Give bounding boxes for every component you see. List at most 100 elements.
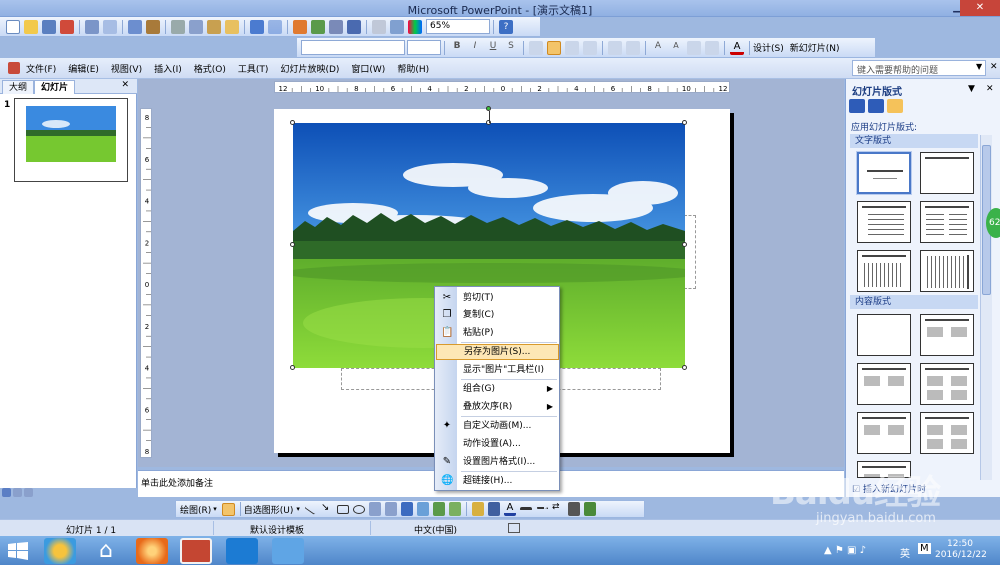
insert-picture-icon[interactable] xyxy=(448,502,461,516)
layout-option[interactable] xyxy=(857,412,911,454)
layout-option[interactable] xyxy=(857,461,911,478)
layout-option[interactable] xyxy=(857,314,911,356)
copy-icon[interactable] xyxy=(189,19,203,34)
line-icon[interactable] xyxy=(304,503,318,515)
context-menu-item[interactable]: 另存为图片(S)... xyxy=(436,344,559,360)
slide-thumbnail[interactable] xyxy=(14,98,128,182)
menu-tools[interactable]: 工具(T) xyxy=(238,62,269,75)
resize-handle[interactable] xyxy=(290,120,295,125)
arrow-icon[interactable]: ↘ xyxy=(321,502,333,516)
insert-table-icon[interactable] xyxy=(311,19,325,34)
forward-icon[interactable] xyxy=(868,99,884,113)
context-menu-item[interactable]: 动作设置(A)... xyxy=(436,436,559,452)
font-size-select[interactable] xyxy=(407,40,441,55)
zoom-select[interactable]: 65% xyxy=(426,19,490,34)
oval-icon[interactable] xyxy=(352,504,365,514)
task-pane-close-icon[interactable]: ✕ xyxy=(986,84,994,94)
clipart-icon[interactable] xyxy=(432,502,445,516)
context-menu-item[interactable]: 🌐 超链接(H)... xyxy=(436,473,559,489)
resize-handle[interactable] xyxy=(290,242,295,247)
show-on-insert-checkbox[interactable]: ☑ 插入新幻灯片时 xyxy=(852,482,926,495)
layout-option[interactable] xyxy=(857,363,911,405)
bold-icon[interactable]: B xyxy=(450,41,464,55)
layout-option[interactable] xyxy=(920,363,974,405)
3d-style-icon[interactable] xyxy=(583,502,596,516)
paste-icon[interactable] xyxy=(207,19,221,34)
menu-slideshow[interactable]: 幻灯片放映(D) xyxy=(280,62,339,75)
tables-borders-icon[interactable] xyxy=(329,19,343,34)
underline-icon[interactable]: U xyxy=(486,41,500,55)
research-icon[interactable] xyxy=(146,19,160,34)
shadow-icon[interactable]: S xyxy=(504,41,518,55)
menu-help[interactable]: 帮助(H) xyxy=(397,62,429,75)
numbering-icon[interactable] xyxy=(608,40,622,55)
hyperlink-icon[interactable] xyxy=(347,19,361,34)
dash-style-icon[interactable] xyxy=(535,507,548,511)
context-menu-item[interactable]: ❐ 复制(C) xyxy=(436,307,559,323)
context-menu-item[interactable]: 📋 粘贴(P) xyxy=(436,325,559,341)
undo-icon[interactable] xyxy=(250,19,264,34)
help-dropdown-icon[interactable]: ▼ xyxy=(976,62,982,71)
new-icon[interactable] xyxy=(6,19,20,34)
fill-color-icon[interactable] xyxy=(471,502,484,516)
permission-icon[interactable] xyxy=(60,19,74,34)
decrease-indent-icon[interactable] xyxy=(687,40,701,55)
context-menu-item[interactable]: 组合(G) ▶ xyxy=(436,381,559,397)
text-color-icon[interactable]: A xyxy=(503,502,516,516)
resize-handle[interactable] xyxy=(682,242,687,247)
redo-icon[interactable] xyxy=(268,19,282,34)
grid-icon[interactable] xyxy=(390,19,404,34)
new-slide-button[interactable]: 新幻灯片(N) xyxy=(790,41,840,54)
align-center-icon[interactable] xyxy=(547,40,561,55)
menu-insert[interactable]: 插入(I) xyxy=(154,62,182,75)
justify-icon[interactable] xyxy=(583,40,597,55)
expand-all-icon[interactable] xyxy=(372,19,386,34)
spelling-icon[interactable] xyxy=(128,19,142,34)
print-preview-icon[interactable] xyxy=(103,19,117,34)
italic-icon[interactable]: I xyxy=(468,41,482,55)
layout-option[interactable] xyxy=(920,412,974,454)
layout-option[interactable] xyxy=(920,201,974,243)
help-icon[interactable]: ? xyxy=(499,19,513,34)
layout-option[interactable] xyxy=(856,151,912,195)
close-document-icon[interactable]: ✕ xyxy=(990,62,998,72)
back-icon[interactable] xyxy=(849,99,865,113)
normal-view-icon[interactable] xyxy=(2,488,11,497)
ime-mode[interactable]: M xyxy=(918,543,931,554)
autoshapes-menu[interactable]: 自选图形(U) xyxy=(244,503,294,516)
menu-file[interactable]: 文件(F) xyxy=(26,62,56,75)
context-menu-item[interactable]: 叠放次序(R) ▶ xyxy=(436,399,559,415)
line-color-icon[interactable] xyxy=(487,502,500,516)
diagram-icon[interactable] xyxy=(416,502,429,516)
layout-option[interactable] xyxy=(920,314,974,356)
firefox-icon[interactable] xyxy=(136,538,168,564)
select-objects-icon[interactable] xyxy=(221,502,235,516)
design-button[interactable]: 设计(S) xyxy=(753,41,784,54)
home-folder-icon[interactable]: ⌂ xyxy=(90,538,122,564)
align-right-icon[interactable] xyxy=(565,40,579,55)
menu-format[interactable]: 格式(O) xyxy=(194,62,226,75)
home-icon[interactable] xyxy=(887,99,903,113)
browser-360-icon[interactable] xyxy=(44,538,76,564)
close-button[interactable]: ✕ xyxy=(960,0,1000,16)
paint-taskbar-icon[interactable] xyxy=(272,538,304,564)
close-pane-icon[interactable]: ✕ xyxy=(121,80,129,90)
layout-option[interactable] xyxy=(857,201,911,243)
increase-font-icon[interactable]: A xyxy=(651,41,665,55)
line-style-icon[interactable] xyxy=(519,507,532,511)
tab-slides[interactable]: 幻灯片 xyxy=(34,80,76,94)
bullets-icon[interactable] xyxy=(626,40,640,55)
open-icon[interactable] xyxy=(24,19,38,34)
task-pane-dropdown-icon[interactable]: ▼ xyxy=(968,84,975,94)
floating-badge[interactable]: 62 xyxy=(986,208,1000,238)
powerpoint-taskbar-icon[interactable] xyxy=(180,538,212,564)
print-icon[interactable] xyxy=(85,19,99,34)
insert-chart-icon[interactable] xyxy=(293,19,307,34)
task-pane-scrollbar[interactable] xyxy=(980,135,992,480)
layout-option[interactable] xyxy=(857,250,911,292)
sorter-view-icon[interactable] xyxy=(13,488,22,497)
increase-indent-icon[interactable] xyxy=(705,40,719,55)
help-search-input[interactable]: 键入需要帮助的问题 xyxy=(852,60,986,76)
menu-view[interactable]: 视图(V) xyxy=(111,62,142,75)
ime-indicator[interactable]: 英 xyxy=(900,545,910,560)
